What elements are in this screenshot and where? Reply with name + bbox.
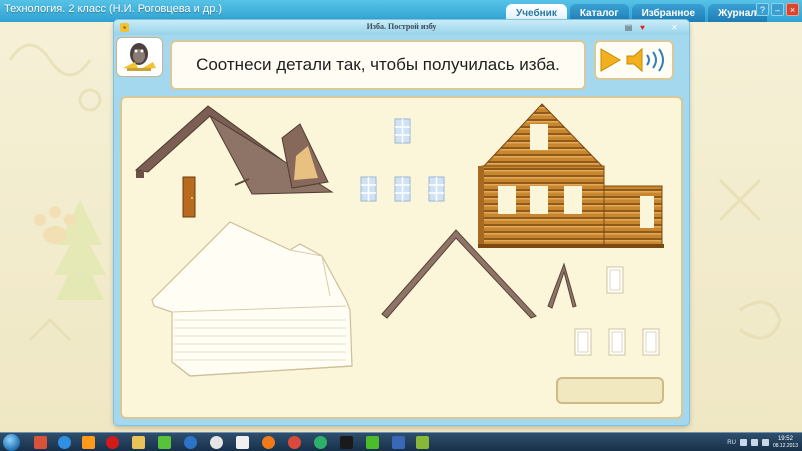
speaker-icon[interactable]	[624, 44, 670, 76]
torrent-icon[interactable]	[366, 436, 379, 449]
start-button[interactable]	[3, 434, 20, 451]
heart-icon[interactable]: ♥	[638, 23, 647, 32]
window-slot-1	[574, 328, 592, 356]
door-piece[interactable]	[182, 176, 196, 218]
clock-date: 08.12.2013	[772, 442, 798, 449]
app-icon-2[interactable]	[340, 436, 353, 449]
house-outline-target	[151, 221, 353, 377]
app-icon-green[interactable]	[158, 436, 171, 449]
minimize-button[interactable]: –	[771, 3, 784, 16]
window-piece-1[interactable]	[360, 176, 377, 202]
instruction-box: Соотнеси детали так, чтобы получилась из…	[170, 40, 586, 90]
tray-icon[interactable]	[739, 439, 747, 446]
window-piece-top[interactable]	[394, 118, 411, 144]
media-player-icon[interactable]	[82, 436, 95, 449]
opera-icon[interactable]	[106, 436, 119, 449]
window-piece-2[interactable]	[394, 176, 411, 202]
active-app-icon[interactable]	[416, 436, 429, 449]
activity-close-button[interactable]: ✕	[670, 23, 679, 32]
language-indicator[interactable]: RU	[727, 440, 736, 446]
chrome-icon-2[interactable]	[288, 436, 301, 449]
window-slot-2	[608, 328, 626, 356]
word-icon[interactable]	[392, 436, 405, 449]
window-controls: ? – ×	[756, 3, 799, 16]
firefox-icon[interactable]	[262, 436, 275, 449]
activity-window: ▪ Изба. Построй избу ▤ ♥ ✕ Соотнеси дета…	[114, 20, 689, 425]
window-piece-3[interactable]	[428, 176, 445, 202]
taskbar-app-icon[interactable]	[34, 436, 47, 449]
window-slot-3	[642, 328, 660, 356]
volume-icon[interactable]	[761, 439, 769, 446]
yandex-icon[interactable]	[236, 436, 249, 449]
ie-icon[interactable]	[58, 436, 71, 449]
app-icon-teal[interactable]	[314, 436, 327, 449]
activity-header: ▪ Изба. Построй избу ▤ ♥ ✕	[114, 20, 689, 35]
app-icon-blue[interactable]	[184, 436, 197, 449]
printer-icon[interactable]: ▤	[624, 23, 633, 32]
close-button[interactable]: ×	[786, 3, 799, 16]
system-tray: RU 19:52 08.12.2013	[727, 434, 798, 451]
beaver-mascot-icon	[116, 37, 163, 77]
window-slot-top	[606, 266, 624, 294]
puzzle-work-area	[120, 96, 683, 419]
clock-time: 19:52	[777, 435, 793, 442]
network-icon[interactable]	[750, 439, 758, 446]
help-button[interactable]: ?	[756, 3, 769, 16]
system-clock[interactable]: 19:52 08.12.2013	[773, 436, 798, 450]
plank-piece[interactable]	[234, 178, 250, 186]
play-icon[interactable]	[597, 44, 623, 76]
os-taskbar: RU 19:52 08.12.2013	[0, 432, 802, 451]
folder-icon[interactable]	[132, 436, 145, 449]
app-titlebar: Технология. 2 класс (Н.И. Роговцева и др…	[0, 0, 802, 22]
roof-edge-piece[interactable]	[380, 226, 540, 320]
gable-edge-piece[interactable]	[546, 262, 578, 310]
activity-title: Изба. Построй избу	[366, 22, 437, 31]
check-answer-button[interactable]	[556, 377, 664, 404]
app-title: Технология. 2 класс (Н.И. Роговцева и др…	[4, 3, 223, 15]
chrome-icon[interactable]	[210, 436, 223, 449]
